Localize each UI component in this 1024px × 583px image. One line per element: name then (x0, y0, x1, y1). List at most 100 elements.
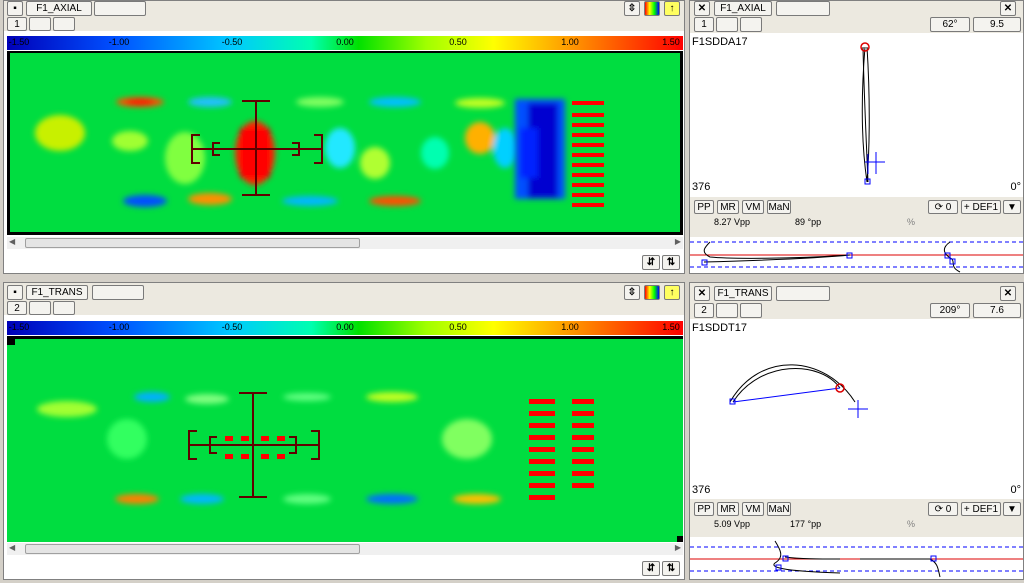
strip-chart-svg (690, 241, 1023, 273)
amplitude-readout[interactable]: 7.6 (973, 303, 1021, 318)
channel-slot-button[interactable] (53, 301, 75, 315)
strip-chart-svg (690, 540, 1023, 578)
lissajous-pane-trans: ✕ F1_TRANS ✕ 2 209° 7.6 F1SDDT17 376 0° … (689, 282, 1024, 580)
def-dropdown-button[interactable]: ▼ (1003, 502, 1021, 516)
lissajous-plot[interactable]: F1SDDA17 376 0° (690, 34, 1023, 196)
scale-tick: 0.00 (336, 322, 354, 332)
scale-tick: -0.50 (221, 322, 243, 332)
tab-f1-axial[interactable]: F1_AXIAL (714, 1, 772, 16)
close-icon[interactable]: ✕ (694, 286, 710, 301)
mode-vm-button[interactable]: VM (742, 200, 764, 214)
cscan-pane-trans: ▪ F1_TRANS 2 ⇳ ↑ -1.50 -1.00 -0.50 0.00 … (3, 282, 685, 580)
color-scale: -1.50 -1.00 -0.50 0.00 0.50 1.00 1.50 (7, 36, 683, 50)
channel-slot-button[interactable] (716, 303, 738, 318)
channel-index-button[interactable]: 2 (7, 301, 27, 315)
mode-vm-button[interactable]: VM (742, 502, 764, 516)
rotate-button[interactable]: ⟳ 0 (928, 200, 958, 214)
scale-tick: -0.50 (221, 37, 243, 47)
mode-mr-button[interactable]: MR (717, 502, 739, 516)
cscan-axial-image[interactable] (7, 51, 683, 235)
channel-slot-button[interactable] (29, 301, 51, 315)
tab-f1-trans[interactable]: F1_TRANS (714, 286, 772, 301)
vpp-readout: 8.27 Vpp (714, 217, 751, 227)
scroll-thumb[interactable] (25, 238, 360, 248)
horizontal-scrollbar[interactable]: ◀ ▶ (7, 237, 683, 249)
tab-f1-trans[interactable]: F1_TRANS (26, 285, 88, 300)
channel-slot-button[interactable] (53, 17, 75, 31)
amplitude-readout[interactable]: 9.5 (973, 17, 1021, 32)
cscan-trans-image[interactable] (7, 336, 683, 542)
angle-readout[interactable]: 209° (930, 303, 970, 318)
channel-slot-button[interactable] (740, 17, 762, 32)
rotate-button[interactable]: ⟳ 0 (928, 502, 958, 516)
scale-tick: 1.00 (561, 322, 579, 332)
cscan-trans-svg (7, 339, 683, 542)
mode-man-button[interactable]: MaN (767, 200, 791, 214)
mode-mr-button[interactable]: MR (717, 200, 739, 214)
palette-icon[interactable] (644, 285, 660, 300)
scale-tick: -1.50 (8, 37, 30, 47)
cscan-axial-svg (35, 97, 604, 207)
channel-slot-button[interactable] (716, 17, 738, 32)
def-button[interactable]: + DEF1 (961, 200, 1001, 214)
close-icon[interactable]: ✕ (1000, 286, 1016, 301)
tab-empty[interactable] (94, 1, 146, 16)
percent-readout: % (907, 217, 916, 227)
scroll-thumb[interactable] (25, 544, 360, 554)
tab-empty[interactable] (776, 286, 830, 301)
vpp-readout: 5.09 Vpp (714, 519, 751, 529)
channel-index-button[interactable]: 2 (694, 303, 714, 318)
scale-tick: 0.50 (449, 37, 467, 47)
cursor-arrow-icon[interactable]: ↑ (664, 285, 680, 300)
strip-chart[interactable] (690, 237, 1023, 273)
channel-slot-button[interactable] (29, 17, 51, 31)
window-icon[interactable]: ▪ (7, 285, 23, 300)
angle-readout[interactable]: 62° (930, 17, 970, 32)
palette-icon[interactable] (644, 1, 660, 16)
collapse-icon[interactable]: ⇅ (662, 255, 680, 270)
scale-tick: 1.50 (662, 37, 680, 47)
phase-readout: 89 °pp (795, 217, 822, 227)
tab-empty[interactable] (776, 1, 830, 16)
phase-readout: 177 °pp (790, 519, 822, 529)
mode-man-button[interactable]: MaN (767, 502, 791, 516)
mode-pp-button[interactable]: PP (694, 502, 714, 516)
close-icon[interactable]: ✕ (1000, 1, 1016, 16)
lissajous-trace-svg (860, 42, 885, 185)
channel-index-button[interactable]: 1 (7, 17, 27, 31)
lissajous-pane-axial: ✕ F1_AXIAL ✕ 1 62° 9.5 F1SDDA17 376 0° P… (689, 0, 1024, 274)
mode-pp-button[interactable]: PP (694, 200, 714, 214)
percent-readout: % (907, 519, 916, 529)
horizontal-scrollbar[interactable]: ◀ ▶ (7, 543, 683, 555)
tab-f1-axial[interactable]: F1_AXIAL (26, 1, 92, 16)
lissajous-plot[interactable]: F1SDDT17 376 0° (690, 320, 1023, 498)
channel-index-button[interactable]: 1 (694, 17, 714, 32)
expand-icon[interactable]: ⇵ (642, 561, 660, 576)
scale-tick: 0.50 (449, 322, 467, 332)
def-button[interactable]: + DEF1 (961, 502, 1001, 516)
channel-slot-button[interactable] (740, 303, 762, 318)
def-dropdown-button[interactable]: ▼ (1003, 200, 1021, 214)
lissajous-trace-svg (729, 364, 868, 418)
color-scale: -1.50 -1.00 -0.50 0.00 0.50 1.00 1.50 (7, 321, 683, 335)
expand-icon[interactable]: ⇵ (642, 255, 660, 270)
scale-tick: 0.00 (336, 37, 354, 47)
window-icon[interactable]: ▪ (7, 1, 23, 16)
scale-tick: -1.50 (8, 322, 30, 332)
zoom-icon[interactable]: ⇳ (624, 285, 640, 300)
scale-tick: -1.00 (108, 322, 130, 332)
zoom-icon[interactable]: ⇳ (624, 1, 640, 16)
measurement-toolbar: PP MR VM MaN ⟳ 0 + DEF1 ▼ 5.09 Vpp 177 °… (690, 499, 1023, 537)
scale-tick: 1.00 (561, 37, 579, 47)
scroll-left-icon[interactable]: ◀ (9, 543, 15, 552)
close-icon[interactable]: ✕ (694, 1, 710, 16)
cursor-arrow-icon[interactable]: ↑ (664, 1, 680, 16)
scale-tick: 1.50 (662, 322, 680, 332)
cscan-pane-axial: ▪ F1_AXIAL 1 ⇳ ↑ -1.50 -1.00 -0.50 0.00 … (3, 0, 685, 274)
strip-chart[interactable] (690, 537, 1023, 579)
scroll-right-icon[interactable]: ▶ (675, 237, 681, 246)
scroll-right-icon[interactable]: ▶ (675, 543, 681, 552)
tab-empty[interactable] (92, 285, 144, 300)
collapse-icon[interactable]: ⇅ (662, 561, 680, 576)
scroll-left-icon[interactable]: ◀ (9, 237, 15, 246)
